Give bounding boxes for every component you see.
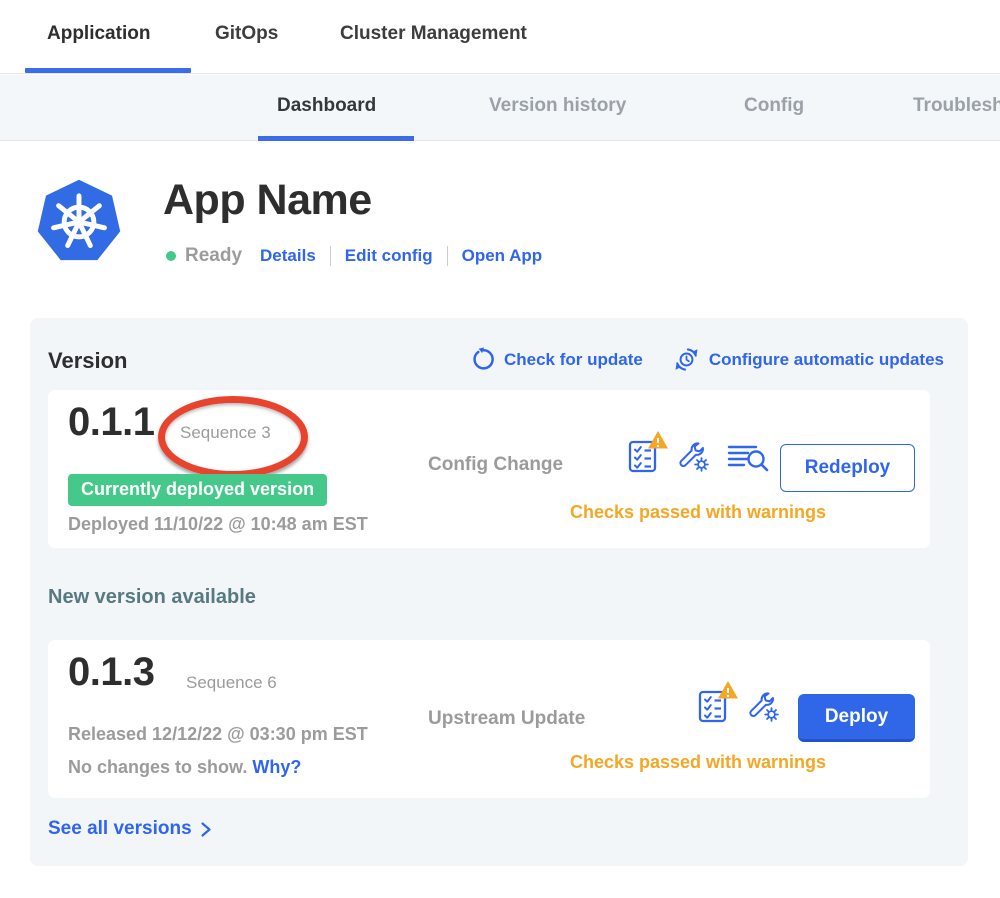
subnav-version-history[interactable]: Version history — [489, 95, 626, 117]
warning-triangle-icon — [717, 680, 739, 700]
app-dashboard-page: Application GitOps Cluster Management Da… — [0, 0, 1000, 898]
kubernetes-logo — [34, 176, 124, 268]
redeploy-button[interactable]: Redeploy — [780, 444, 915, 492]
current-version-sequence: Sequence 3 — [180, 423, 271, 443]
no-changes-label: No changes to show. — [68, 757, 247, 777]
edit-config-link[interactable]: Edit config — [345, 246, 433, 266]
current-version-icons — [626, 438, 770, 474]
diff-view-icon[interactable] — [726, 439, 770, 473]
version-panel: Version Check for update Configur — [30, 318, 968, 866]
available-version-number: 0.1.3 — [68, 650, 154, 695]
deployed-timestamp: Deployed 11/10/22 @ 10:48 am EST — [68, 514, 368, 535]
version-panel-title: Version — [48, 348, 127, 374]
no-changes-text: No changes to show. Why? — [68, 757, 301, 778]
warning-triangle-icon — [647, 430, 669, 450]
check-for-update-link[interactable]: Check for update — [470, 347, 643, 372]
refresh-icon — [470, 347, 495, 372]
subnav-dashboard[interactable]: Dashboard — [277, 95, 376, 117]
app-status-row: Ready Details Edit config Open App — [166, 243, 542, 269]
clock-rotate-icon — [673, 346, 700, 373]
see-all-versions-link[interactable]: See all versions — [48, 818, 213, 840]
chevron-right-icon — [200, 821, 213, 838]
version-source-label: Config Change — [428, 454, 563, 476]
available-version-icons — [696, 688, 780, 724]
current-version-number: 0.1.1 — [68, 400, 154, 445]
subnav-troubleshoot[interactable]: Troubleshoot — [913, 95, 1000, 117]
tab-application[interactable]: Application — [47, 23, 150, 45]
deploy-button[interactable]: Deploy — [798, 694, 915, 742]
currently-deployed-badge: Currently deployed version — [68, 474, 327, 506]
active-subnav-underline — [258, 136, 414, 141]
app-status: Ready — [185, 245, 242, 267]
app-title: App Name — [163, 176, 372, 225]
subnav-config[interactable]: Config — [744, 95, 804, 117]
wrench-config-icon[interactable] — [676, 439, 710, 473]
divider — [447, 246, 448, 266]
check-for-update-label: Check for update — [504, 350, 643, 370]
open-app-link[interactable]: Open App — [462, 246, 543, 266]
active-tab-underline — [25, 68, 191, 73]
status-dot-icon — [166, 251, 176, 261]
configure-automatic-updates-link[interactable]: Configure automatic updates — [673, 346, 944, 373]
new-version-heading: New version available — [48, 586, 256, 609]
top-nav: Application GitOps Cluster Management — [0, 0, 1000, 74]
available-version-sequence: Sequence 6 — [186, 673, 277, 693]
preflight-checks-button[interactable] — [626, 438, 660, 474]
divider — [330, 246, 331, 266]
version-panel-actions: Check for update Configure automatic upd… — [470, 346, 944, 373]
preflight-checks-button[interactable] — [696, 688, 730, 724]
tab-cluster-management[interactable]: Cluster Management — [340, 23, 527, 45]
available-version-card: 0.1.3 Sequence 6 Released 12/12/22 @ 03:… — [48, 640, 930, 798]
see-all-versions-label: See all versions — [48, 818, 192, 840]
sub-nav: Dashboard Version history Config Trouble… — [0, 75, 1000, 141]
configure-automatic-updates-label: Configure automatic updates — [709, 350, 944, 370]
tab-gitops[interactable]: GitOps — [215, 23, 278, 45]
released-timestamp: Released 12/12/22 @ 03:30 pm EST — [68, 724, 368, 745]
wrench-config-icon[interactable] — [746, 689, 780, 723]
why-link[interactable]: Why? — [252, 757, 301, 777]
checks-status-text: Checks passed with warnings — [548, 752, 848, 773]
details-link[interactable]: Details — [260, 246, 316, 266]
current-version-card: 0.1.1 Sequence 3 Currently deployed vers… — [48, 390, 930, 548]
version-source-label: Upstream Update — [428, 708, 585, 730]
checks-status-text: Checks passed with warnings — [548, 502, 848, 523]
